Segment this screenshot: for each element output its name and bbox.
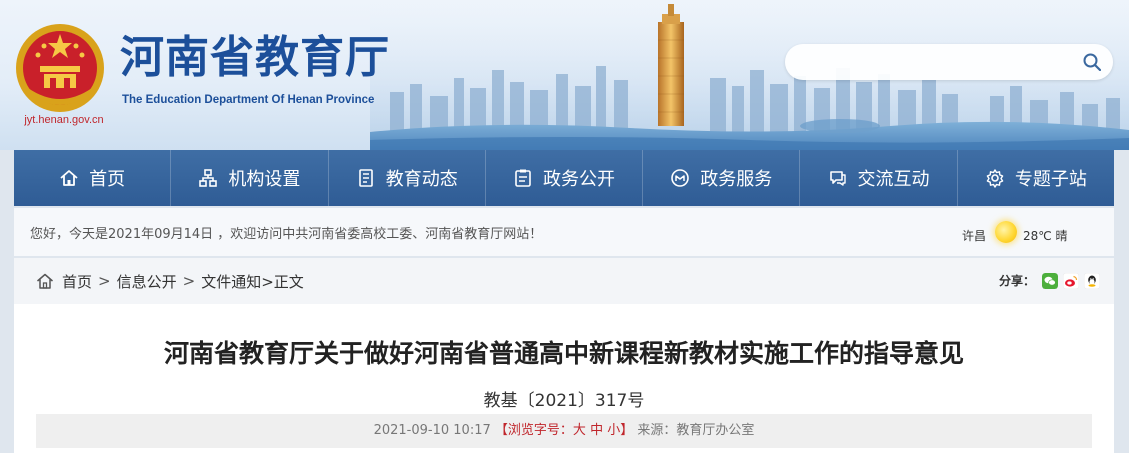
article-title: 河南省教育厅关于做好河南省普通高中新课程新教材实施工作的指导意见 — [163, 339, 964, 368]
settings-icon — [986, 169, 1004, 188]
search-input[interactable] — [799, 50, 1069, 74]
nav-item-label: 专题子站 — [1014, 169, 1087, 190]
breadcrumb-current: >正文 — [261, 272, 304, 291]
weibo-icon[interactable] — [1063, 272, 1079, 289]
font-size-prefix: 【浏览字号： — [494, 423, 573, 438]
breadcrumb-notices[interactable]: 文件通知 — [201, 271, 261, 292]
org-chart-icon — [199, 169, 218, 187]
national-emblem-icon — [16, 24, 104, 112]
weather-city: 许昌 — [962, 229, 987, 243]
nav-item-label: 交流互动 — [857, 169, 930, 190]
breadcrumb-info-public[interactable]: 信息公开 — [117, 271, 177, 292]
home-icon — [60, 170, 78, 186]
main-nav: 首页 机构设置 教育动态 政务公开 政务服务 交流互动 专题子站 — [14, 150, 1114, 206]
qq-icon[interactable] — [1084, 272, 1100, 289]
search-icon[interactable] — [1083, 53, 1101, 71]
nav-item-label: 政务服务 — [700, 169, 773, 190]
publish-date: 2021-09-10 10:17 — [373, 423, 491, 438]
nav-item-label: 教育动态 — [385, 169, 458, 190]
nav-item-interaction[interactable]: 交流互动 — [800, 150, 958, 206]
site-title-english: The Education Department Of Henan Provin… — [122, 94, 375, 106]
nav-item-education-news[interactable]: 教育动态 — [329, 150, 486, 206]
document-number: 教基〔2021〕317号 — [483, 391, 645, 411]
nav-item-label: 政务公开 — [542, 169, 615, 190]
font-size-medium-button[interactable]: 中 — [590, 423, 603, 438]
font-size-small-button[interactable]: 小 — [607, 423, 620, 438]
chat-icon — [829, 171, 846, 186]
article-container: 首页 > 信息公开 > 文件通知 >正文 分享： 河南省教育厅关于做好河南省普通… — [14, 258, 1114, 453]
document-icon — [358, 169, 373, 187]
search-box — [785, 44, 1113, 80]
article-meta-bar: 2021-09-10 10:17 【浏览字号：大 中 小】 来源：教育厅办公室 — [36, 414, 1092, 448]
sun-icon — [995, 221, 1017, 243]
service-badge-icon — [671, 169, 690, 187]
welcome-message: 您好，今天是2021年09月14日 ，欢迎访问中共河南省委高校工委、河南省教育厅… — [30, 227, 543, 242]
breadcrumb-separator: > — [182, 272, 196, 290]
breadcrumb-home[interactable]: 首页 — [62, 271, 92, 292]
share-bar: 分享： — [999, 272, 1100, 289]
nav-item-government-affairs-open[interactable]: 政务公开 — [486, 150, 644, 206]
nav-item-label: 首页 — [89, 169, 126, 190]
breadcrumb: 首页 > 信息公开 > 文件通知 >正文 — [14, 258, 1114, 304]
font-size-large-button[interactable]: 大 — [573, 423, 586, 438]
header-banner: jyt.henan.gov.cn 河南省教育厅 The Education De… — [0, 0, 1129, 150]
font-size-control: 【浏览字号：大 中 小】 — [495, 423, 638, 438]
nav-item-government-services[interactable]: 政务服务 — [643, 150, 801, 206]
wechat-icon[interactable] — [1042, 272, 1058, 289]
article-source: 来源：教育厅办公室 — [637, 423, 755, 438]
nav-item-label: 机构设置 — [228, 169, 301, 190]
font-size-suffix: 】 — [620, 423, 634, 438]
nav-item-special-topics[interactable]: 专题子站 — [958, 150, 1114, 206]
home-icon[interactable] — [36, 272, 54, 290]
site-title[interactable]: 河南省教育厅 — [120, 36, 390, 80]
weather-temperature: 28℃ 晴 — [1023, 229, 1068, 243]
nav-item-home[interactable]: 首页 — [14, 150, 172, 206]
nav-item-organization[interactable]: 机构设置 — [171, 150, 329, 206]
clipboard-icon — [515, 169, 531, 187]
site-url: jyt.henan.gov.cn — [24, 114, 104, 126]
breadcrumb-separator: > — [98, 272, 111, 290]
welcome-bar: 您好，今天是2021年09月14日 ，欢迎访问中共河南省委高校工委、河南省教育厅… — [14, 208, 1114, 256]
share-label: 分享： — [998, 274, 1035, 288]
